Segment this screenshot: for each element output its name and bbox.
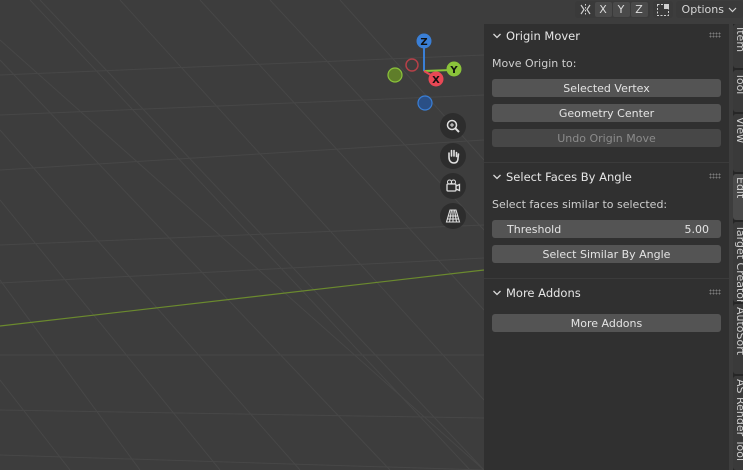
select-faces-header[interactable]: Select Faces By Angle xyxy=(484,165,729,189)
n-panel-sidebar: Origin Mover Move Origin to: Selected Ve… xyxy=(484,24,729,470)
drag-grip-icon[interactable] xyxy=(709,32,721,38)
tab-autosort-label: AutoSort xyxy=(734,307,743,356)
camera-icon xyxy=(446,179,461,192)
chevron-down-icon xyxy=(493,33,501,39)
tab-autosort[interactable]: AutoSort xyxy=(733,304,743,374)
tab-tool[interactable]: Tool xyxy=(733,70,743,112)
gizmo-x-label: X xyxy=(432,75,440,86)
zoom-icon xyxy=(446,119,460,133)
options-label: Options xyxy=(681,3,724,16)
gizmo-z-label: Z xyxy=(420,37,427,48)
panel-divider xyxy=(484,162,729,163)
tab-item[interactable]: Item xyxy=(733,24,743,68)
tab-as-render-tool[interactable]: AS Render Tool xyxy=(733,376,743,470)
snap-button[interactable] xyxy=(652,1,673,18)
more-addons-body: More Addons xyxy=(484,305,729,345)
threshold-value: 5.00 xyxy=(684,222,710,236)
select-faces-title: Select Faces By Angle xyxy=(506,170,632,184)
tab-view-label: View xyxy=(734,117,743,144)
drag-grip-icon[interactable] xyxy=(709,289,721,295)
neg-z-handle xyxy=(417,95,433,111)
more-addons-button[interactable]: More Addons xyxy=(492,314,721,332)
x-axis-line xyxy=(0,269,485,327)
tab-edit[interactable]: Edit xyxy=(733,174,743,220)
threshold-field[interactable]: Threshold 5.00 xyxy=(492,220,721,238)
more-addons-header[interactable]: More Addons xyxy=(484,281,729,305)
select-faces-body: Select faces similar to selected: Thresh… xyxy=(484,189,729,276)
threshold-label: Threshold xyxy=(507,222,562,236)
origin-mover-header[interactable]: Origin Mover xyxy=(484,24,729,48)
tab-as-render-tool-label: AS Render Tool xyxy=(734,379,743,462)
chevron-down-icon xyxy=(493,290,501,296)
gizmo-y-label: Y xyxy=(449,65,458,76)
navigation-gizmo[interactable]: Z Y X xyxy=(382,30,472,120)
camera-view-button[interactable] xyxy=(440,173,466,199)
zoom-button[interactable] xyxy=(440,113,466,139)
geometry-center-button[interactable]: Geometry Center xyxy=(492,104,721,122)
axis-y-button[interactable]: Y xyxy=(612,2,630,17)
pan-hand-icon xyxy=(448,149,460,164)
origin-mover-title: Origin Mover xyxy=(506,29,580,43)
options-dropdown[interactable]: Options xyxy=(675,1,743,18)
tab-target-creator-label: Target Creator xyxy=(734,225,743,302)
tab-item-label: Item xyxy=(734,27,743,53)
chevron-down-icon xyxy=(493,174,501,180)
drag-grip-icon[interactable] xyxy=(709,173,721,179)
undo-origin-move-button[interactable]: Undo Origin Move xyxy=(492,129,721,147)
snap-icon xyxy=(656,3,669,16)
pan-button[interactable] xyxy=(440,143,466,169)
neg-y-handle xyxy=(387,67,403,83)
select-faces-label: Select faces similar to selected: xyxy=(492,198,668,211)
selected-vertex-button[interactable]: Selected Vertex xyxy=(492,79,721,97)
perspective-toggle-button[interactable] xyxy=(440,203,466,229)
sidebar-tabs: Item Tool View Edit Target Creator AutoS… xyxy=(733,24,743,470)
axis-z-button[interactable]: Z xyxy=(630,2,648,17)
more-addons-title: More Addons xyxy=(506,286,581,300)
panel-divider xyxy=(484,278,729,279)
tab-view[interactable]: View xyxy=(733,114,743,172)
perspective-grid-icon xyxy=(445,209,461,223)
mirror-axis-group: X Y Z xyxy=(574,1,650,18)
move-origin-label: Move Origin to: xyxy=(492,57,577,70)
axis-x-button[interactable]: X xyxy=(594,2,612,17)
tab-edit-label: Edit xyxy=(734,177,743,199)
tab-tool-label: Tool xyxy=(734,73,743,95)
select-similar-button[interactable]: Select Similar By Angle xyxy=(492,245,721,263)
viewport-header: X Y Z Options xyxy=(574,0,743,19)
tab-target-creator[interactable]: Target Creator xyxy=(733,222,743,302)
mirror-icon[interactable] xyxy=(577,2,594,17)
neg-x-handle xyxy=(405,58,419,72)
chevron-down-icon xyxy=(728,7,737,12)
origin-mover-body: Move Origin to: Selected Vertex Geometry… xyxy=(484,48,729,160)
